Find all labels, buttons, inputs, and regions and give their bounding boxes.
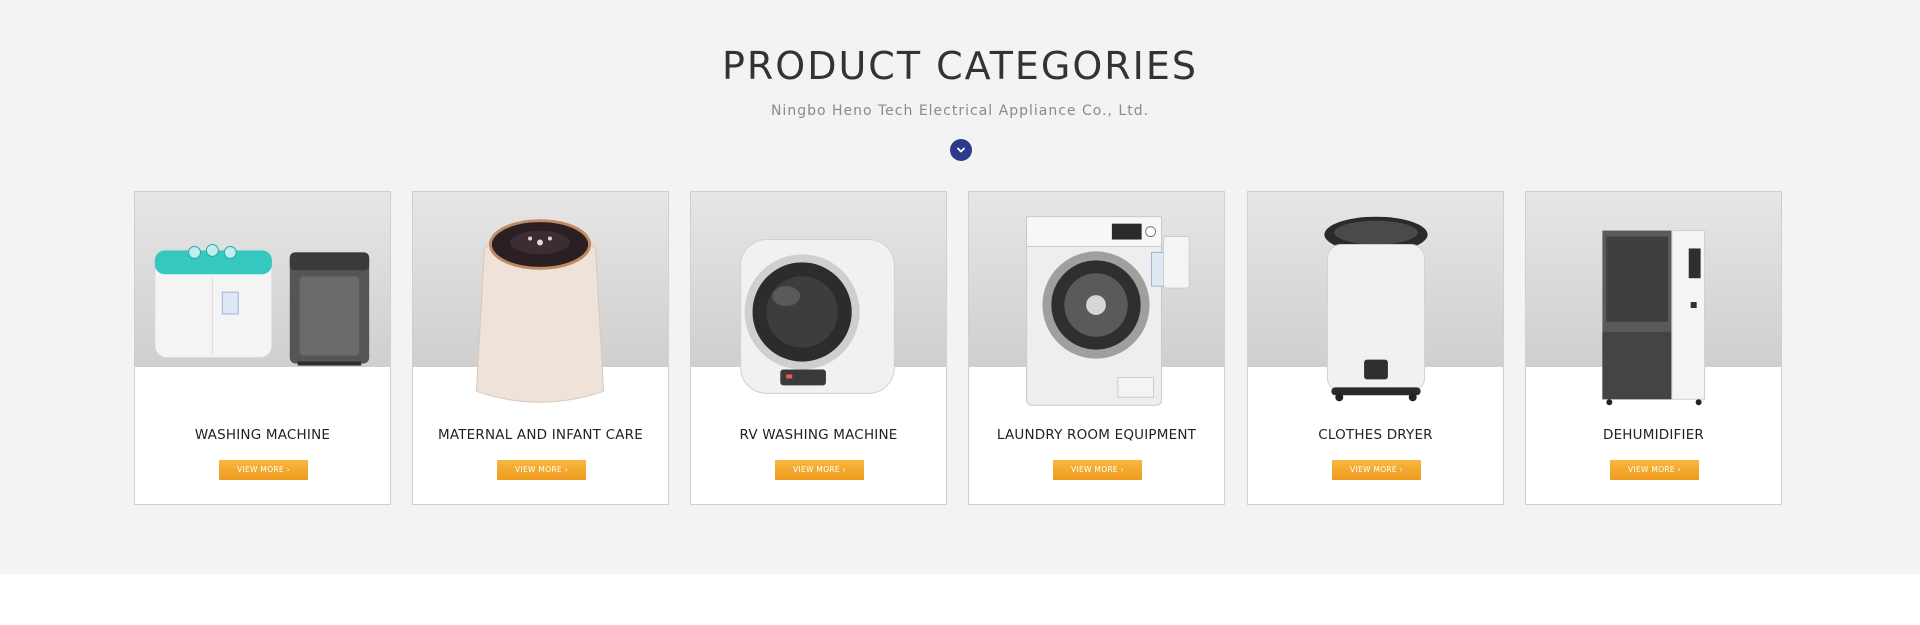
card-label: MATERNAL AND INFANT CARE bbox=[437, 427, 643, 443]
section-title: PRODUCT CATEGORIES bbox=[721, 44, 1199, 88]
view-more-button[interactable]: VIEW MORE › bbox=[775, 460, 864, 480]
category-card-washing-machine[interactable]: WASHING MACHINE VIEW MORE › bbox=[134, 191, 391, 505]
wall-mounted-washer-image bbox=[740, 239, 895, 394]
category-card-rv-washing-machine[interactable]: RV WASHING MACHINE VIEW MORE › bbox=[690, 191, 947, 505]
card-label: WASHING MACHINE bbox=[194, 427, 331, 443]
front-load-washer-image bbox=[1026, 216, 1190, 406]
view-more-button[interactable]: VIEW MORE › bbox=[219, 460, 308, 480]
view-more-button[interactable]: VIEW MORE › bbox=[1053, 460, 1142, 480]
section-subtitle: Ningbo Heno Tech Electrical Appliance Co… bbox=[770, 103, 1150, 119]
category-card-clothes-dryer[interactable]: CLOTHES DRYER VIEW MORE › bbox=[1247, 191, 1504, 505]
view-more-button[interactable]: VIEW MORE › bbox=[1332, 460, 1421, 480]
card-label: CLOTHES DRYER bbox=[1318, 427, 1433, 443]
mini-washer-image bbox=[475, 219, 605, 403]
scroll-down-button[interactable] bbox=[950, 139, 972, 161]
twin-tub-washer-image bbox=[154, 243, 370, 366]
product-categories-section: PRODUCT CATEGORIES Ningbo Heno Tech Elec… bbox=[0, 0, 1920, 574]
view-more-button[interactable]: VIEW MORE › bbox=[1610, 460, 1699, 480]
spin-dryer-image bbox=[1324, 216, 1428, 402]
card-label: LAUNDRY ROOM EQUIPMENT bbox=[996, 427, 1197, 443]
category-card-laundry-room-equipment[interactable]: LAUNDRY ROOM EQUIPMENT VIEW MORE › bbox=[968, 191, 1225, 505]
card-label: DEHUMIDIFIER bbox=[1602, 427, 1705, 443]
category-card-dehumidifier[interactable]: DEHUMIDIFIER VIEW MORE › bbox=[1525, 191, 1782, 505]
chevron-down-icon bbox=[957, 147, 965, 153]
category-card-maternal-infant-care[interactable]: MATERNAL AND INFANT CARE VIEW MORE › bbox=[412, 191, 669, 505]
card-label: RV WASHING MACHINE bbox=[739, 427, 898, 443]
view-more-button[interactable]: VIEW MORE › bbox=[497, 460, 586, 480]
dehumidifier-image bbox=[1602, 230, 1706, 406]
